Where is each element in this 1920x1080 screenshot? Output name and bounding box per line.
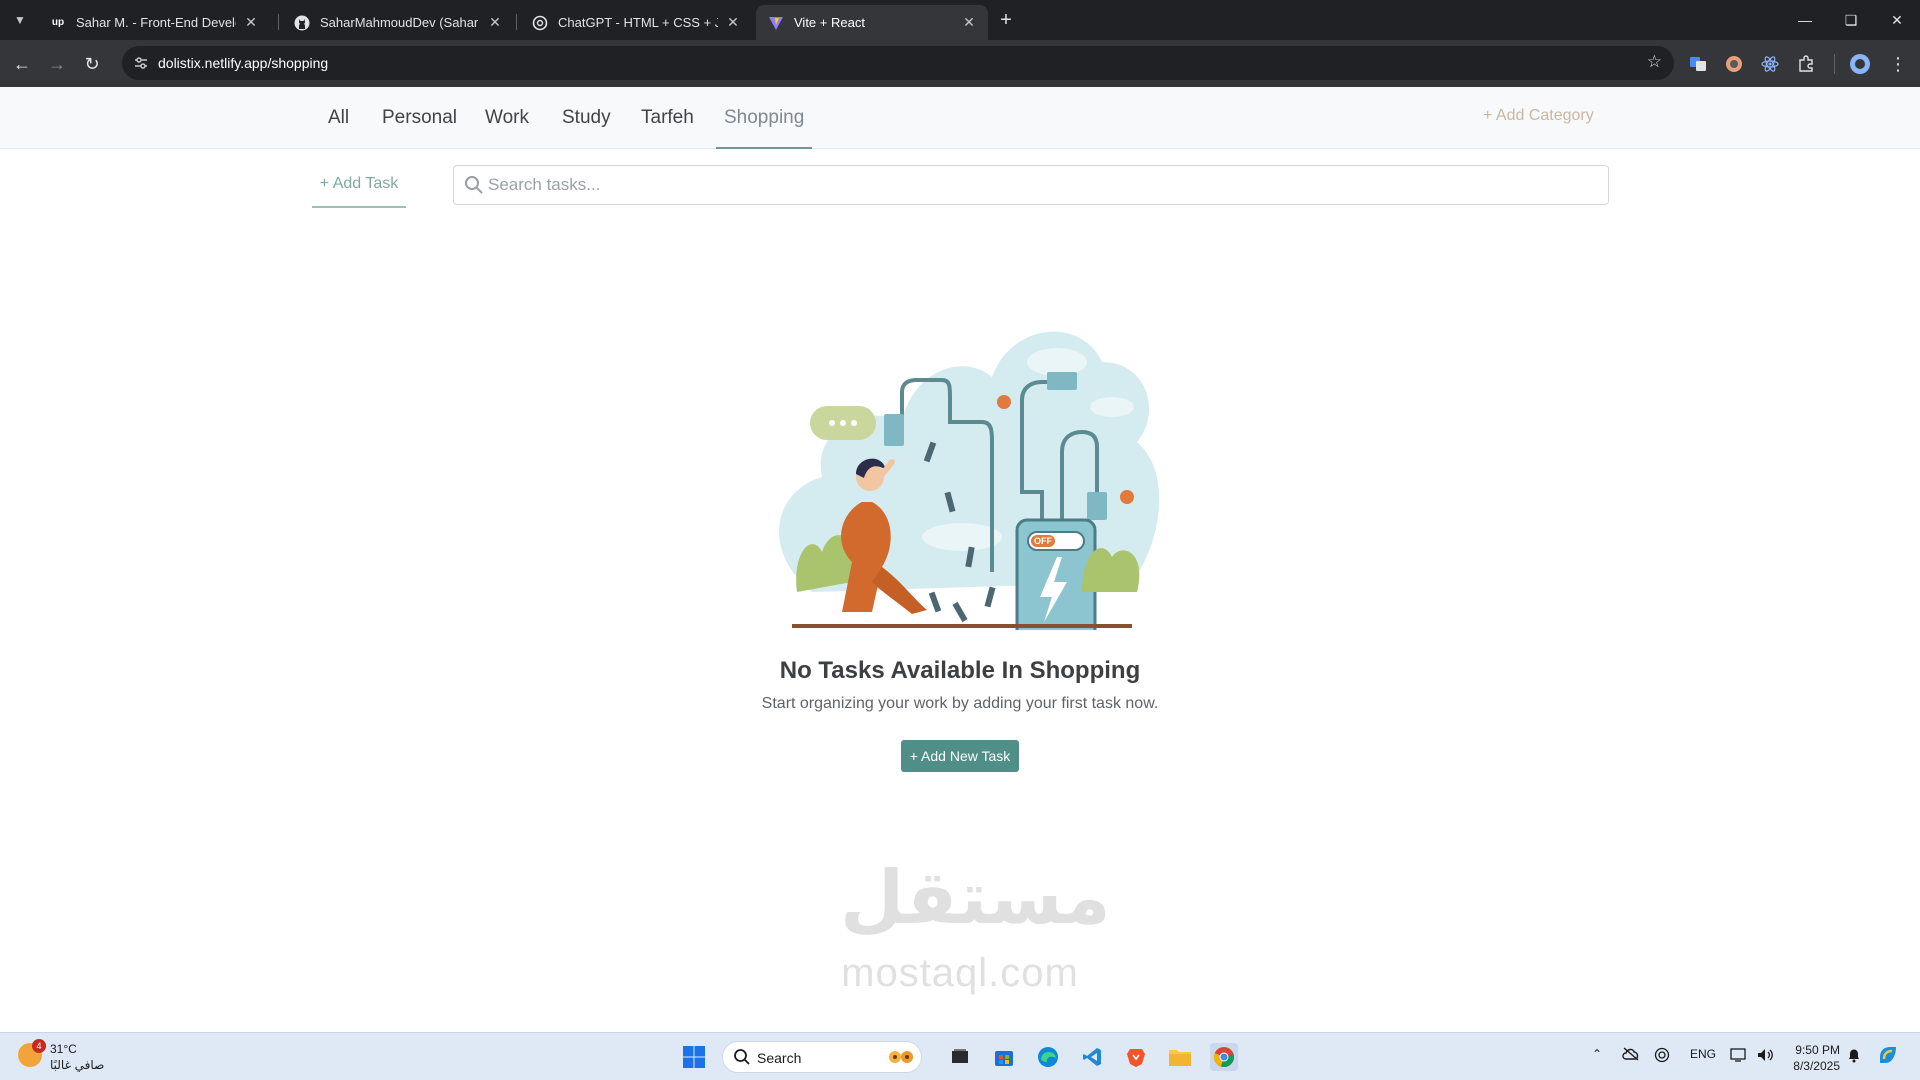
search-icon xyxy=(465,176,483,194)
taskbar-clock[interactable]: 9:50 PM 8/3/2025 xyxy=(1780,1042,1840,1074)
microsoft-store-icon[interactable] xyxy=(990,1043,1018,1071)
react-devtools-icon[interactable] xyxy=(1760,54,1780,74)
windows-start-icon[interactable] xyxy=(680,1043,708,1071)
empty-state-illustration: OFF xyxy=(779,331,1160,630)
language-indicator[interactable]: ENG xyxy=(1690,1047,1716,1061)
notification-bell-icon[interactable] xyxy=(1846,1047,1862,1066)
search-box xyxy=(453,165,1609,205)
weather-description[interactable]: صافي غالبًا xyxy=(50,1058,104,1072)
tab-divider xyxy=(278,14,279,30)
weather-badge: 4 xyxy=(32,1039,46,1053)
new-tab-plus-icon[interactable]: + xyxy=(994,8,1018,32)
empty-state-title: No Tasks Available In Shopping xyxy=(779,657,1141,684)
close-tab-icon[interactable]: ✕ xyxy=(960,14,978,32)
tab-work[interactable]: Work xyxy=(485,107,529,149)
file-explorer-icon[interactable] xyxy=(1166,1043,1194,1071)
clock-time: 9:50 PM xyxy=(1795,1043,1840,1057)
tab-all[interactable]: All xyxy=(328,107,349,149)
site-settings-icon[interactable] xyxy=(132,54,150,72)
search-highlight-flowers-icon xyxy=(889,1051,913,1063)
translate-extension-icon[interactable] xyxy=(1688,54,1708,74)
volume-icon[interactable] xyxy=(1756,1047,1774,1066)
tab-search-chevron-icon[interactable]: ▼ xyxy=(8,8,32,32)
show-hidden-icons-chevron-icon[interactable]: ⌃ xyxy=(1592,1047,1602,1061)
close-tab-icon[interactable]: ✕ xyxy=(724,14,742,32)
extensions-puzzle-icon[interactable] xyxy=(1796,54,1816,74)
add-new-task-button[interactable]: + Add New Task xyxy=(901,740,1019,772)
windows-taskbar: 4 31°C صافي غالبًا Search ⌃ ENG 9:50 PM … xyxy=(0,1032,1920,1080)
edge-browser-icon[interactable] xyxy=(1034,1043,1062,1071)
back-arrow-icon[interactable]: ← xyxy=(8,50,36,78)
tab-title: Vite + React xyxy=(794,15,865,30)
profile-avatar[interactable] xyxy=(1850,54,1870,74)
chatgpt-icon xyxy=(532,15,548,31)
watermark-arabic-text: مستقل xyxy=(840,855,1111,941)
restore-icon[interactable]: ❏ xyxy=(1828,0,1874,40)
tab-tarfeh[interactable]: Tarfeh xyxy=(641,107,694,149)
taskbar-search-box[interactable]: Search xyxy=(722,1041,922,1073)
browser-menu-kebab-icon[interactable]: ⋮ xyxy=(1888,54,1908,74)
security-icon[interactable] xyxy=(1654,1047,1670,1066)
tab-title: ChatGPT - HTML + CSS + JavaScript xyxy=(558,15,718,30)
onedrive-icon[interactable] xyxy=(1622,1047,1640,1064)
toolbar-divider xyxy=(1834,54,1835,74)
chrome-icon[interactable] xyxy=(1210,1043,1238,1071)
browser-toolbar: ← → ↻ dolistix.netlify.app/shopping ☆ ⋮ xyxy=(0,40,1920,87)
category-nav: All Personal Work Study Tarfeh Shopping … xyxy=(0,87,1920,149)
add-category-button[interactable]: + Add Category xyxy=(1483,107,1594,125)
github-icon xyxy=(294,15,310,31)
task-view-icon[interactable] xyxy=(946,1043,974,1071)
browser-tab-github[interactable]: SaharMahmoudDev (Sahar Mahmoud) ✕ xyxy=(282,5,514,40)
weather-temperature[interactable]: 31°C xyxy=(50,1042,77,1056)
brave-browser-icon[interactable] xyxy=(1122,1043,1150,1071)
close-tab-icon[interactable]: ✕ xyxy=(486,14,504,32)
watermark-latin-text: mostaql.com xyxy=(841,951,1079,995)
bookmark-star-icon[interactable]: ☆ xyxy=(1647,52,1662,72)
extension-icon[interactable] xyxy=(1724,54,1744,74)
off-badge-text: OFF xyxy=(1034,536,1052,546)
mostaql-watermark: مستقل mostaql.com xyxy=(840,855,1111,1035)
upwork-icon: up xyxy=(51,17,65,28)
close-tab-icon[interactable]: ✕ xyxy=(242,14,260,32)
tab-personal[interactable]: Personal xyxy=(382,107,457,149)
search-input[interactable] xyxy=(488,166,1598,204)
tab-title: Sahar M. - Front-End Developer xyxy=(76,15,236,30)
vscode-icon[interactable] xyxy=(1078,1043,1106,1071)
minimize-icon[interactable]: — xyxy=(1782,0,1828,40)
copilot-icon[interactable] xyxy=(1876,1043,1900,1070)
taskbar-search-label: Search xyxy=(757,1050,802,1066)
add-task-button[interactable]: + Add Task xyxy=(312,175,406,208)
url-text: dolistix.netlify.app/shopping xyxy=(158,55,329,71)
browser-tab-upwork[interactable]: up Sahar M. - Front-End Developer ✕ xyxy=(38,5,270,40)
search-icon xyxy=(734,1049,750,1065)
network-icon[interactable] xyxy=(1730,1047,1748,1066)
tab-divider xyxy=(516,14,517,30)
browser-tab-bar: ▼ up Sahar M. - Front-End Developer ✕ Sa… xyxy=(0,0,1920,40)
browser-tab-vite-react[interactable]: Vite + React ✕ xyxy=(756,5,988,40)
tab-study[interactable]: Study xyxy=(562,107,611,149)
reload-icon[interactable]: ↻ xyxy=(78,50,106,78)
vite-icon xyxy=(768,15,784,31)
empty-state-subtitle: Start organizing your work by adding you… xyxy=(761,695,1159,712)
browser-tab-chatgpt[interactable]: ChatGPT - HTML + CSS + JavaScript ✕ xyxy=(520,5,752,40)
address-bar[interactable]: dolistix.netlify.app/shopping ☆ xyxy=(122,46,1674,80)
clock-date: 8/3/2025 xyxy=(1793,1059,1840,1073)
close-window-icon[interactable]: ✕ xyxy=(1874,0,1920,40)
tab-title: SaharMahmoudDev (Sahar Mahmoud) xyxy=(320,15,480,30)
tab-shopping[interactable]: Shopping xyxy=(716,107,813,149)
forward-arrow-icon[interactable]: → xyxy=(43,50,71,78)
